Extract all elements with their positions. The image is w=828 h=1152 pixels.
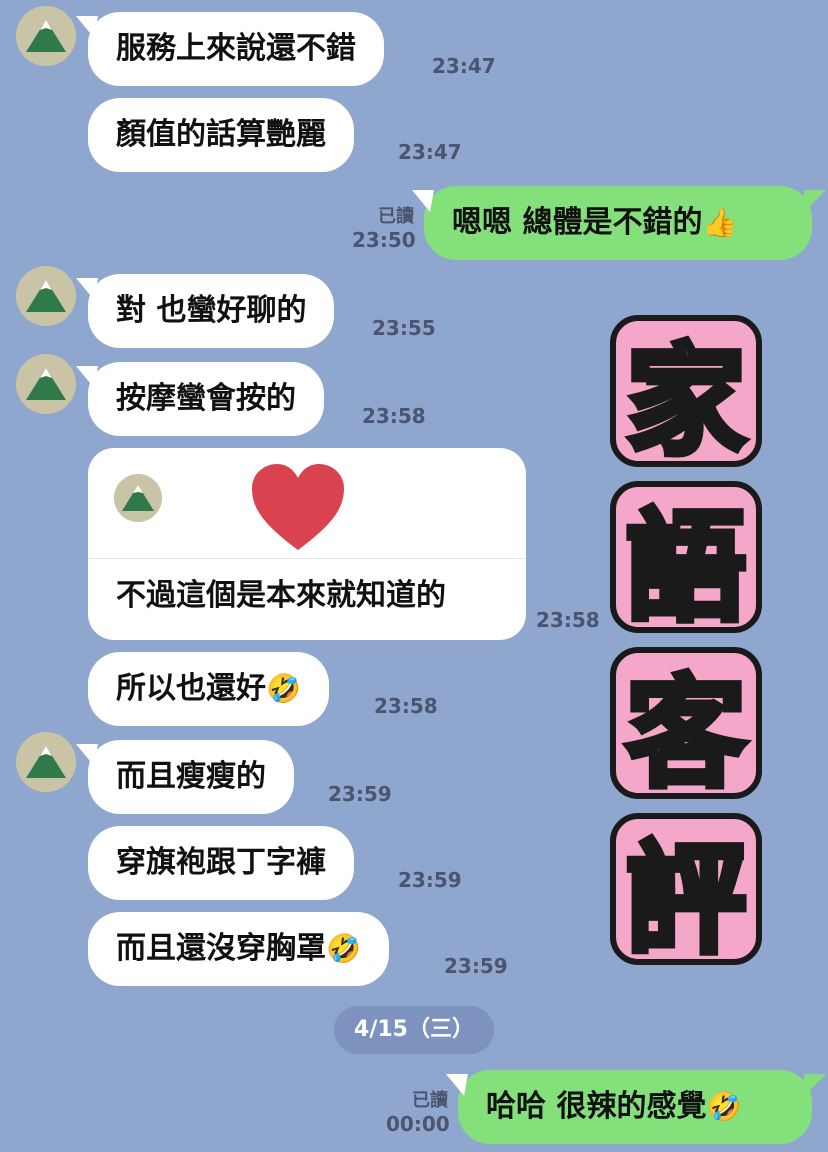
banner-char: 家 <box>606 315 766 475</box>
banner-char: 語 <box>606 481 766 641</box>
message-text: 不過這個是本來就知道的 <box>116 578 446 613</box>
message-text: 而且瘦瘦的 <box>116 759 266 794</box>
avatar-icon[interactable] <box>16 732 76 792</box>
read-receipt: 已讀 <box>412 1090 448 1111</box>
message-text: 服務上來說還不錯 <box>116 31 356 66</box>
heart-icon <box>252 464 344 550</box>
message-time: 23:58 <box>536 608 600 632</box>
rofl-icon: 🤣 <box>706 1090 742 1123</box>
avatar-icon[interactable] <box>16 354 76 414</box>
avatar-icon[interactable] <box>16 6 76 66</box>
rofl-icon: 🤣 <box>326 932 361 965</box>
message-bubble[interactable]: 對 也蠻好聊的 <box>88 274 335 348</box>
message-bubble[interactable]: 所以也還好🤣 <box>88 652 329 726</box>
message-bubble[interactable]: 服務上來說還不錯 <box>88 12 384 86</box>
read-receipt: 已讀 <box>378 206 414 227</box>
reply-quote[interactable] <box>88 448 526 559</box>
message-time: 00:00 <box>386 1112 450 1136</box>
message-time: 23:59 <box>328 782 392 806</box>
message-text: 嗯嗯 總體是不錯的 <box>452 205 703 240</box>
message-text: 按摩蠻會按的 <box>116 381 296 416</box>
banner-char: 評 <box>606 813 766 973</box>
avatar-icon <box>114 474 162 522</box>
message-text: 而且還沒穿胸罩 <box>116 931 326 966</box>
reply-card[interactable]: 不過這個是本來就知道的 <box>88 448 526 640</box>
date-divider: 4/15（三） <box>334 1006 494 1054</box>
message-bubble[interactable]: 按摩蠻會按的 <box>88 362 324 436</box>
message-bubble[interactable]: 而且瘦瘦的 <box>88 740 294 814</box>
message-text: 穿旗袍跟丁字褲 <box>116 845 326 880</box>
message-time: 23:58 <box>374 694 438 718</box>
thumbs-up-icon: 👍 <box>702 206 738 239</box>
rofl-icon: 🤣 <box>266 672 301 705</box>
message-time: 23:47 <box>432 54 496 78</box>
message-text: 對 也蠻好聊的 <box>116 293 307 328</box>
message-time: 23:58 <box>362 404 426 428</box>
message-text: 哈哈 很辣的感覺 <box>486 1089 707 1124</box>
message-time: 23:50 <box>352 228 416 252</box>
message-bubble[interactable]: 顏值的話算艷麗 <box>88 98 354 172</box>
message-bubble-outgoing[interactable]: 嗯嗯 總體是不錯的👍 <box>424 186 826 260</box>
banner-char: 客 <box>606 647 766 807</box>
avatar-icon[interactable] <box>16 266 76 326</box>
message-text: 顏值的話算艷麗 <box>116 117 326 152</box>
message-time: 23:59 <box>444 954 508 978</box>
message-time: 23:55 <box>372 316 436 340</box>
message-bubble-outgoing[interactable]: 哈哈 很辣的感覺🤣 <box>458 1070 826 1144</box>
message-time: 23:59 <box>398 868 462 892</box>
message-bubble[interactable]: 而且還沒穿胸罩🤣 <box>88 912 389 986</box>
message-text: 所以也還好 <box>116 671 266 706</box>
message-bubble[interactable]: 穿旗袍跟丁字褲 <box>88 826 354 900</box>
message-time: 23:47 <box>398 140 462 164</box>
